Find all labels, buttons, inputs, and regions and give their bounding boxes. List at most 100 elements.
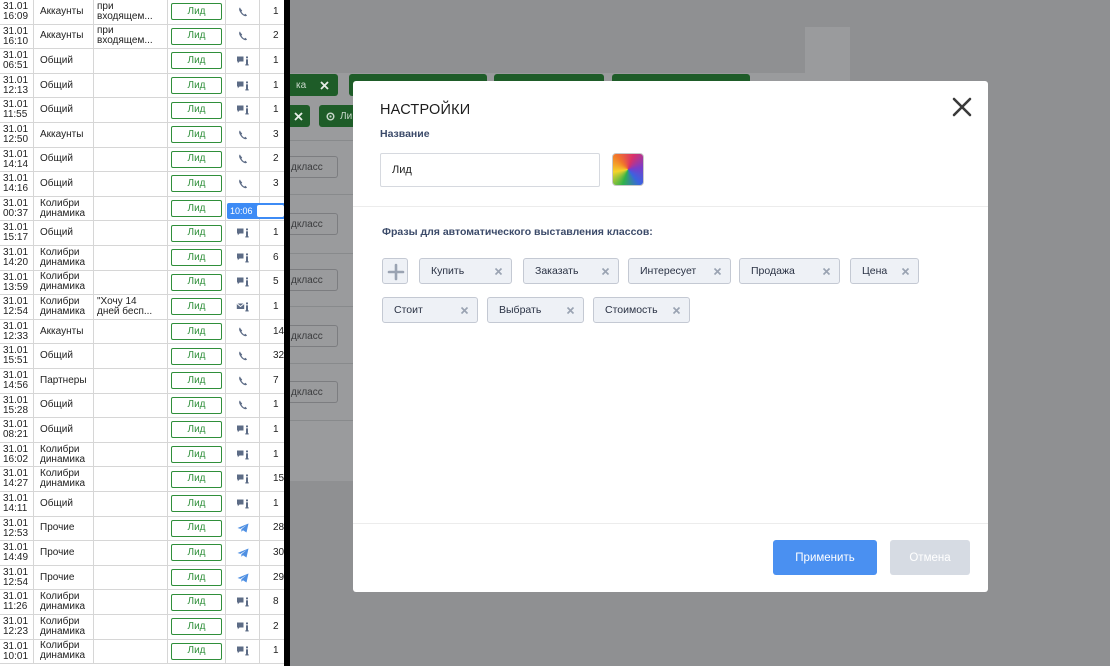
class-badge[interactable]: Лид <box>171 470 222 488</box>
table-row[interactable]: 31.01 10:01 Колибри динамика Лид 1 <box>0 639 284 665</box>
class-badge[interactable]: Лид <box>171 519 222 537</box>
channel-cell <box>226 442 260 467</box>
phrase-tag-label: Продажа <box>751 265 795 277</box>
remove-tag-icon[interactable] <box>901 267 910 276</box>
add-phrase-button[interactable] <box>382 258 408 284</box>
table-row[interactable]: 31.01 12:54 Прочие Лид 29 <box>0 565 284 591</box>
name-input[interactable] <box>380 153 600 187</box>
class-badge[interactable]: Лид <box>171 495 222 513</box>
table-row[interactable]: 31.01 14:49 Прочие Лид 30 <box>0 541 284 566</box>
group-cell: Общий <box>34 221 94 245</box>
time-chip-field[interactable] <box>257 205 284 217</box>
class-badge[interactable]: Лид <box>171 421 222 439</box>
date-cell: 31.01 16:09 <box>0 0 34 24</box>
class-badge[interactable]: Лид <box>171 3 222 21</box>
background-subclass-button[interactable]: дкласс <box>290 213 338 235</box>
class-badge[interactable]: Лид <box>171 347 222 365</box>
remove-tag-icon[interactable] <box>494 267 503 276</box>
table-row[interactable]: 31.01 12:54 Колибри динамика "Хочу 14 дней бе… <box>0 295 284 320</box>
phone-icon <box>238 376 247 386</box>
table-row[interactable]: 31.01 16:09 Аккаунты при входящем... Лид 1 <box>0 0 284 25</box>
channel-cell <box>226 492 260 516</box>
table-row[interactable]: 31.01 13:59 Колибри динамика Лид 5 <box>0 270 284 296</box>
class-badge[interactable]: Лид <box>171 372 222 390</box>
remove-tag-icon[interactable] <box>460 306 469 315</box>
class-badge[interactable]: Лид <box>171 126 222 144</box>
remove-tag-icon[interactable] <box>822 267 831 276</box>
background-subclass-button[interactable]: дкласс <box>290 269 338 291</box>
class-cell: Лид <box>168 172 226 196</box>
remove-tag-icon[interactable] <box>566 306 575 315</box>
table-row[interactable]: 31.01 15:17 Общий Лид 1 <box>0 221 284 246</box>
group-label: Партнеры <box>40 374 87 386</box>
close-button[interactable] <box>950 95 974 119</box>
remove-tag-icon[interactable] <box>672 306 681 315</box>
class-badge[interactable]: Лид <box>171 175 222 193</box>
date-cell: 31.01 11:26 <box>0 590 34 614</box>
background-subclass-button[interactable]: дкласс <box>290 325 338 347</box>
class-badge[interactable]: Лид <box>171 642 222 660</box>
class-badge[interactable]: Лид <box>171 27 222 45</box>
background-subclass-button[interactable]: дкласс <box>290 156 338 178</box>
table-row[interactable]: 31.01 11:55 Общий Лид 1 <box>0 98 284 123</box>
remove-tag-icon[interactable] <box>713 267 722 276</box>
class-badge[interactable]: Лид <box>171 224 222 242</box>
background-subclass-button[interactable]: дкласс <box>290 381 338 403</box>
class-badge[interactable]: Лид <box>171 544 222 562</box>
table-row[interactable]: 31.01 15:28 Общий Лид 1 <box>0 393 284 419</box>
background-class-chip[interactable]: ка <box>290 74 338 96</box>
group-label: Прочие <box>40 546 75 558</box>
class-badge[interactable]: Лид <box>171 618 222 636</box>
table-row[interactable]: 31.01 15:51 Общий Лид 32 <box>0 344 284 369</box>
table-row[interactable]: 31.01 12:33 Аккаунты Лид 14 <box>0 319 284 345</box>
class-badge[interactable]: Лид <box>171 249 222 267</box>
apply-button[interactable]: Применить <box>773 540 877 575</box>
class-badge[interactable]: Лид <box>171 200 222 218</box>
remove-tag-icon[interactable] <box>601 267 610 276</box>
phone-icon <box>238 7 247 17</box>
table-row[interactable]: 31.01 14:20 Колибри динамика Лид 6 <box>0 246 284 271</box>
table-row[interactable]: 31.01 06:51 Общий Лид 1 <box>0 49 284 74</box>
color-picker-button[interactable] <box>612 153 644 186</box>
table-row[interactable]: 31.01 14:14 Общий Лид 2 <box>0 147 284 173</box>
table-row[interactable]: 31.01 11:26 Колибри динамика Лид 8 <box>0 590 284 615</box>
table-row[interactable]: 31.01 14:11 Общий Лид 1 <box>0 492 284 517</box>
table-row[interactable]: 31.01 16:10 Аккаунты при входящем... Лид 2 <box>0 24 284 50</box>
class-badge[interactable]: Лид <box>171 323 222 341</box>
class-badge[interactable]: Лид <box>171 593 222 611</box>
table-row[interactable]: 31.01 12:23 Колибри динамика Лид 2 <box>0 615 284 640</box>
channel-cell <box>226 295 260 319</box>
date-cell: 31.01 14:56 <box>0 369 34 393</box>
class-cell: Лид <box>168 221 226 245</box>
background-close-chip[interactable] <box>290 105 310 127</box>
class-badge[interactable]: Лид <box>171 77 222 95</box>
date-cell: 31.01 12:54 <box>0 565 34 590</box>
table-row[interactable]: 31.01 12:50 Аккаунты Лид 3 <box>0 123 284 148</box>
table-row[interactable]: 31.01 14:56 Партнеры Лид 7 <box>0 369 284 394</box>
class-badge[interactable]: Лид <box>171 446 222 464</box>
class-badge[interactable]: Лид <box>171 396 222 414</box>
screen: 31.01 16:09 Аккаунты при входящем... Лид 1 31.0… <box>0 0 1110 666</box>
table-row[interactable]: 31.01 12:13 Общий Лид 1 <box>0 73 284 99</box>
count-cell: 1 <box>273 497 279 509</box>
count-cell: 7 <box>273 374 279 386</box>
chat-info-icon <box>236 228 249 238</box>
table-row[interactable]: 31.01 08:21 Общий Лид 1 <box>0 418 284 443</box>
time-chip[interactable]: 10:06 <box>227 203 285 219</box>
class-badge[interactable]: Лид <box>171 101 222 119</box>
class-badge[interactable]: Лид <box>171 298 222 316</box>
group-cell: Аккаунты <box>34 123 94 147</box>
count-cell: 3 <box>273 177 279 189</box>
class-badge[interactable]: Лид <box>171 150 222 168</box>
table-row[interactable]: 31.01 14:27 Колибри динамика Лид 15 <box>0 467 284 492</box>
class-cell: Лид <box>168 319 226 344</box>
table-row[interactable]: 31.01 12:53 Прочие Лид 28 <box>0 516 284 542</box>
channel-cell <box>226 541 260 565</box>
chat-info-icon <box>236 646 249 656</box>
class-badge[interactable]: Лид <box>171 273 222 291</box>
class-badge[interactable]: Лид <box>171 52 222 70</box>
cancel-button[interactable]: Отмена <box>890 540 970 575</box>
table-row[interactable]: 31.01 14:16 Общий Лид 3 <box>0 172 284 197</box>
table-row[interactable]: 31.01 16:02 Колибри динамика Лид 1 <box>0 442 284 468</box>
class-badge[interactable]: Лид <box>171 569 222 587</box>
